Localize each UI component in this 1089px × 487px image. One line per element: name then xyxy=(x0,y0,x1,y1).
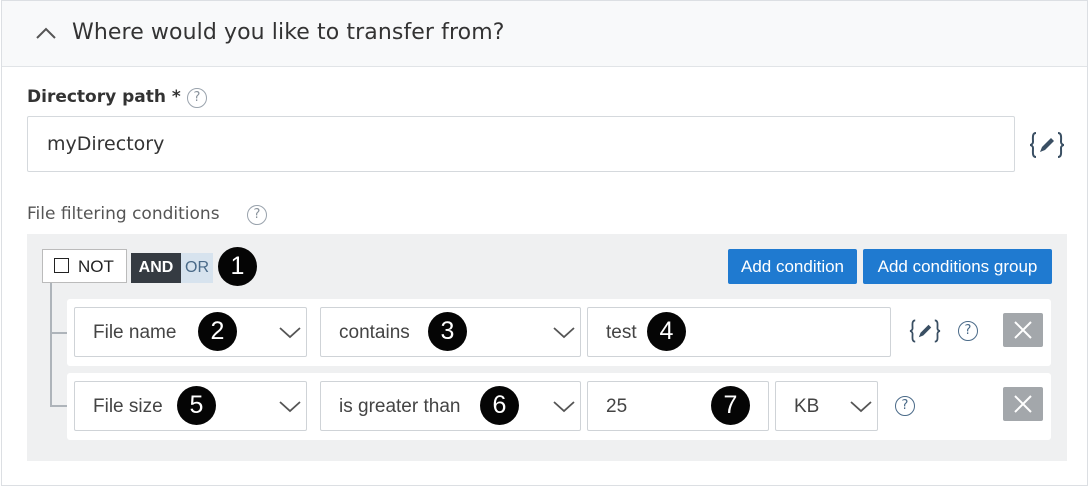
annotation-badge: 4 xyxy=(647,312,686,351)
chevron-down-icon xyxy=(279,327,301,339)
chevron-down-icon xyxy=(850,401,872,413)
unit-select-value: KB xyxy=(794,396,820,417)
chevron-down-icon xyxy=(279,401,301,413)
tree-connector xyxy=(50,332,67,334)
close-icon xyxy=(1014,321,1032,339)
chevron-up-icon[interactable] xyxy=(35,26,57,40)
operator-select-value: is greater than xyxy=(339,396,461,417)
filter-conditions-area: NOT AND OR 1 Add condition Add condition… xyxy=(27,234,1067,461)
panel-title: Where would you like to transfer from? xyxy=(72,20,505,45)
close-icon xyxy=(1014,395,1032,413)
delete-condition-button[interactable] xyxy=(1003,313,1043,347)
question-circle-icon[interactable]: ? xyxy=(895,396,915,416)
tree-connector xyxy=(50,405,67,407)
condition-value-input[interactable]: test xyxy=(587,307,891,357)
add-condition-button[interactable]: Add condition xyxy=(728,249,857,284)
transfer-source-panel: Where would you like to transfer from? D… xyxy=(1,0,1088,486)
directory-path-label: Directory path * xyxy=(27,87,181,107)
curly-brace-pencil-icon[interactable] xyxy=(909,317,941,345)
add-conditions-group-button[interactable]: Add conditions group xyxy=(863,249,1052,284)
panel-header[interactable]: Where would you like to transfer from? xyxy=(2,1,1087,67)
not-checkbox[interactable] xyxy=(54,258,69,273)
condition-value: test xyxy=(606,322,637,343)
not-toggle[interactable]: NOT xyxy=(42,249,127,283)
and-button[interactable]: AND xyxy=(131,253,181,283)
file-filtering-label: File filtering conditions xyxy=(27,204,220,224)
field-select-value: File name xyxy=(93,322,177,343)
curly-brace-pencil-icon[interactable] xyxy=(1029,130,1065,160)
not-label: NOT xyxy=(78,257,114,276)
annotation-badge: 6 xyxy=(480,386,519,425)
condition-row: File size 5 is greater than 6 25 7 KB ? xyxy=(67,373,1051,440)
annotation-badge: 2 xyxy=(198,312,237,351)
question-circle-icon[interactable]: ? xyxy=(247,205,267,225)
question-circle-icon[interactable]: ? xyxy=(958,321,978,341)
field-select[interactable]: File name xyxy=(74,307,307,357)
chevron-down-icon xyxy=(553,401,575,413)
operator-select[interactable]: is greater than xyxy=(320,381,581,431)
annotation-badge: 3 xyxy=(428,312,467,351)
field-select-value: File size xyxy=(93,396,163,417)
delete-condition-button[interactable] xyxy=(1003,387,1043,421)
directory-path-input[interactable]: myDirectory xyxy=(27,116,1015,172)
chevron-down-icon xyxy=(553,327,575,339)
unit-select[interactable]: KB xyxy=(775,381,878,431)
or-button[interactable]: OR xyxy=(181,253,213,283)
question-circle-icon[interactable]: ? xyxy=(187,88,207,108)
operator-select-value: contains xyxy=(339,322,410,343)
tree-connector xyxy=(50,283,52,407)
annotation-badge: 5 xyxy=(177,386,216,425)
annotation-badge: 1 xyxy=(218,247,257,286)
condition-value: 25 xyxy=(606,396,628,417)
condition-row: File name 2 contains 3 test 4 ? xyxy=(67,299,1051,366)
annotation-badge: 7 xyxy=(711,386,750,425)
